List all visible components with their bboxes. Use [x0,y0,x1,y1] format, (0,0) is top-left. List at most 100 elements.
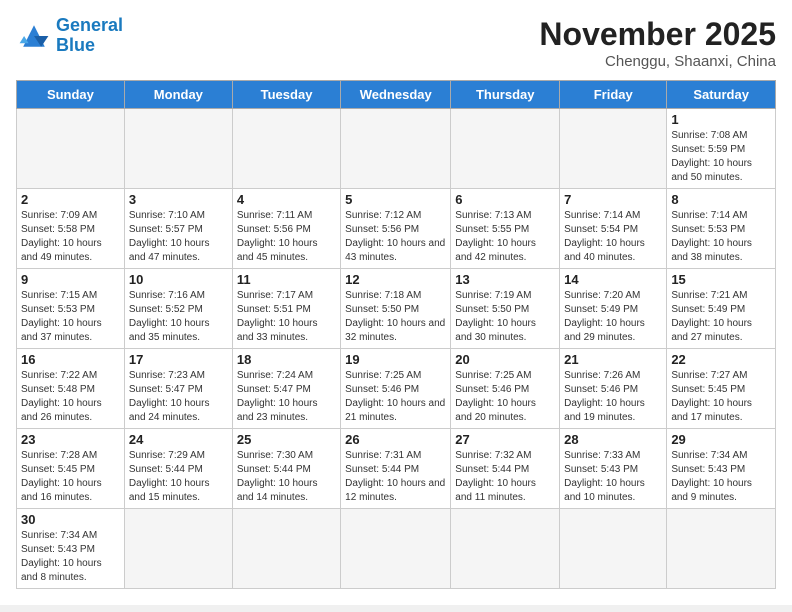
day-number: 25 [237,432,336,447]
day-cell: 28 Sunrise: 7:33 AM Sunset: 5:43 PM Dayli… [560,429,667,509]
empty-cell [560,509,667,589]
day-info: Sunrise: 7:26 AM Sunset: 5:46 PM Dayligh… [564,369,662,425]
day-cell: 22 Sunrise: 7:27 AM Sunset: 5:45 PM Dayli… [667,349,776,429]
day-cell: 23 Sunrise: 7:28 AM Sunset: 5:45 PM Dayli… [17,429,125,509]
logo-general: General [56,15,123,35]
day-number: 18 [237,352,336,367]
day-info: Sunrise: 7:25 AM Sunset: 5:46 PM Dayligh… [455,369,555,425]
day-cell: 19 Sunrise: 7:25 AM Sunset: 5:46 PM Dayli… [341,349,451,429]
header-tuesday: Tuesday [232,81,340,109]
day-number: 12 [345,272,446,287]
day-info: Sunrise: 7:14 AM Sunset: 5:53 PM Dayligh… [671,209,771,265]
day-number: 16 [21,352,120,367]
day-number: 7 [564,192,662,207]
day-info: Sunrise: 7:28 AM Sunset: 5:45 PM Dayligh… [21,449,120,505]
empty-cell [560,109,667,189]
day-cell: 17 Sunrise: 7:23 AM Sunset: 5:47 PM Dayli… [124,349,232,429]
empty-cell [124,109,232,189]
day-number: 3 [129,192,228,207]
day-info: Sunrise: 7:33 AM Sunset: 5:43 PM Dayligh… [564,449,662,505]
day-info: Sunrise: 7:10 AM Sunset: 5:57 PM Dayligh… [129,209,228,265]
day-info: Sunrise: 7:27 AM Sunset: 5:45 PM Dayligh… [671,369,771,425]
day-cell: 1 Sunrise: 7:08 AM Sunset: 5:59 PM Daylig… [667,109,776,189]
day-cell: 30 Sunrise: 7:34 AM Sunset: 5:43 PM Dayli… [17,509,125,589]
weekday-header-row: Sunday Monday Tuesday Wednesday Thursday… [17,81,776,109]
day-number: 11 [237,272,336,287]
logo-text: General Blue [56,16,123,56]
empty-cell [451,509,560,589]
day-info: Sunrise: 7:30 AM Sunset: 5:44 PM Dayligh… [237,449,336,505]
day-number: 14 [564,272,662,287]
day-number: 1 [671,112,771,127]
day-number: 22 [671,352,771,367]
day-cell: 15 Sunrise: 7:21 AM Sunset: 5:49 PM Dayli… [667,269,776,349]
day-cell: 26 Sunrise: 7:31 AM Sunset: 5:44 PM Dayli… [341,429,451,509]
empty-cell [124,509,232,589]
day-info: Sunrise: 7:21 AM Sunset: 5:49 PM Dayligh… [671,289,771,345]
logo-icon [16,18,52,54]
day-info: Sunrise: 7:16 AM Sunset: 5:52 PM Dayligh… [129,289,228,345]
day-cell: 11Sunrise: 7:17 AM Sunset: 5:51 PM Dayli… [232,269,340,349]
calendar-row: 9Sunrise: 7:15 AM Sunset: 5:53 PM Daylig… [17,269,776,349]
day-number: 5 [345,192,446,207]
empty-cell [451,109,560,189]
day-info: Sunrise: 7:12 AM Sunset: 5:56 PM Dayligh… [345,209,446,265]
header-wednesday: Wednesday [341,81,451,109]
day-number: 17 [129,352,228,367]
day-info: Sunrise: 7:25 AM Sunset: 5:46 PM Dayligh… [345,369,446,425]
day-number: 9 [21,272,120,287]
day-info: Sunrise: 7:23 AM Sunset: 5:47 PM Dayligh… [129,369,228,425]
day-cell: 12 Sunrise: 7:18 AM Sunset: 5:50 PM Dayli… [341,269,451,349]
day-number: 26 [345,432,446,447]
day-cell: 3 Sunrise: 7:10 AM Sunset: 5:57 PM Daylig… [124,189,232,269]
empty-cell [341,109,451,189]
day-info: Sunrise: 7:22 AM Sunset: 5:48 PM Dayligh… [21,369,120,425]
day-number: 2 [21,192,120,207]
day-number: 8 [671,192,771,207]
day-cell: 25 Sunrise: 7:30 AM Sunset: 5:44 PM Dayli… [232,429,340,509]
day-info: Sunrise: 7:24 AM Sunset: 5:47 PM Dayligh… [237,369,336,425]
day-cell: 6Sunrise: 7:13 AM Sunset: 5:55 PM Daylig… [451,189,560,269]
day-cell: 27Sunrise: 7:32 AM Sunset: 5:44 PM Dayli… [451,429,560,509]
day-number: 19 [345,352,446,367]
day-info: Sunrise: 7:11 AM Sunset: 5:56 PM Dayligh… [237,209,336,265]
header-thursday: Thursday [451,81,560,109]
day-number: 30 [21,512,120,527]
day-cell: 7 Sunrise: 7:14 AM Sunset: 5:54 PM Daylig… [560,189,667,269]
day-info: Sunrise: 7:31 AM Sunset: 5:44 PM Dayligh… [345,449,446,505]
calendar-row: 2 Sunrise: 7:09 AM Sunset: 5:58 PM Daylig… [17,189,776,269]
day-cell: 24 Sunrise: 7:29 AM Sunset: 5:44 PM Dayli… [124,429,232,509]
empty-cell [232,509,340,589]
day-cell: 20 Sunrise: 7:25 AM Sunset: 5:46 PM Dayli… [451,349,560,429]
day-info: Sunrise: 7:29 AM Sunset: 5:44 PM Dayligh… [129,449,228,505]
header-saturday: Saturday [667,81,776,109]
day-number: 21 [564,352,662,367]
day-number: 23 [21,432,120,447]
calendar-row: 23 Sunrise: 7:28 AM Sunset: 5:45 PM Dayli… [17,429,776,509]
day-cell: 2 Sunrise: 7:09 AM Sunset: 5:58 PM Daylig… [17,189,125,269]
day-info: Sunrise: 7:18 AM Sunset: 5:50 PM Dayligh… [345,289,446,345]
calendar-row: 16 Sunrise: 7:22 AM Sunset: 5:48 PM Dayli… [17,349,776,429]
day-number: 28 [564,432,662,447]
empty-cell [667,509,776,589]
day-info: Sunrise: 7:08 AM Sunset: 5:59 PM Dayligh… [671,129,771,185]
header-monday: Monday [124,81,232,109]
logo-blue: Blue [56,35,95,55]
day-number: 24 [129,432,228,447]
day-info: Sunrise: 7:14 AM Sunset: 5:54 PM Dayligh… [564,209,662,265]
calendar-row: 30 Sunrise: 7:34 AM Sunset: 5:43 PM Dayli… [17,509,776,589]
day-info: Sunrise: 7:34 AM Sunset: 5:43 PM Dayligh… [21,529,120,585]
day-info: Sunrise: 7:20 AM Sunset: 5:49 PM Dayligh… [564,289,662,345]
day-number: 20 [455,352,555,367]
month-title: November 2025 [539,16,776,53]
day-cell: 4Sunrise: 7:11 AM Sunset: 5:56 PM Daylig… [232,189,340,269]
day-number: 15 [671,272,771,287]
day-cell: 29Sunrise: 7:34 AM Sunset: 5:43 PM Dayli… [667,429,776,509]
header-sunday: Sunday [17,81,125,109]
location: Chenggu, Shaanxi, China [539,53,776,70]
day-cell: 9Sunrise: 7:15 AM Sunset: 5:53 PM Daylig… [17,269,125,349]
day-cell: 14 Sunrise: 7:20 AM Sunset: 5:49 PM Dayli… [560,269,667,349]
day-cell: 16 Sunrise: 7:22 AM Sunset: 5:48 PM Dayli… [17,349,125,429]
day-info: Sunrise: 7:09 AM Sunset: 5:58 PM Dayligh… [21,209,120,265]
empty-cell [17,109,125,189]
